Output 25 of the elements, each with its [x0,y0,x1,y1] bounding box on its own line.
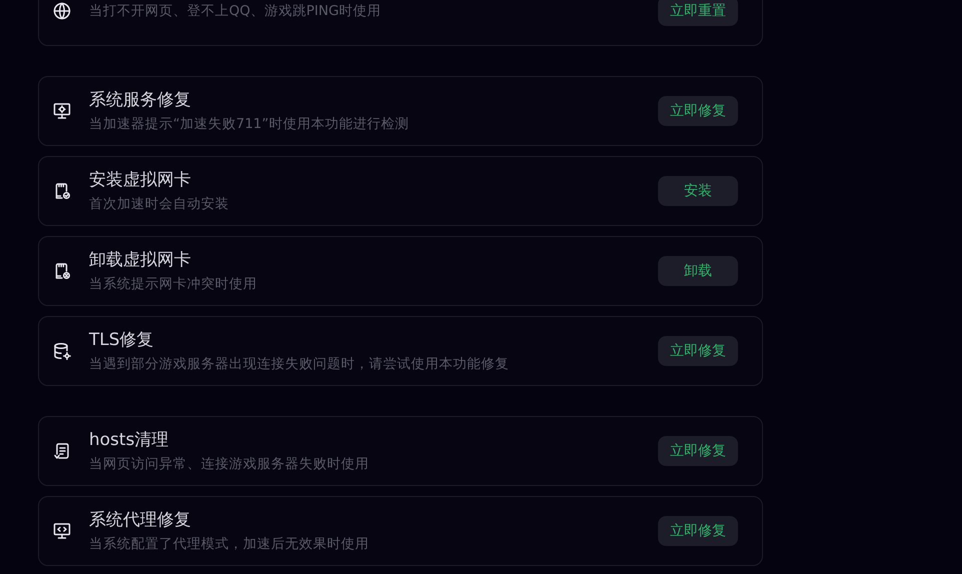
action-button[interactable]: 立即修复 [658,96,738,126]
action-button[interactable]: 安装 [658,176,738,206]
tool-description: 当网页访问异常、连接游戏服务器失败时使用 [89,455,370,473]
database-gear-icon [52,341,72,361]
tool-title: hosts清理 [89,429,170,451]
monitor-gear-icon [52,101,72,121]
tool-description: 当遇到部分游戏服务器出现连接失败问题时，请尝试使用本功能修复 [89,355,510,373]
tool-description: 当打不开网页、登不上QQ、游戏跳PING时使用 [89,2,382,20]
tool-title: TLS修复 [89,329,155,351]
tool-description: 当系统提示网卡冲突时使用 [89,275,258,293]
tool-description: 当系统配置了代理模式，加速后无效果时使用 [89,535,370,553]
tool-title: 系统服务修复 [89,89,192,111]
action-button[interactable]: 立即重置 [658,0,738,26]
monitor-code-icon [52,521,72,541]
tool-description: 首次加速时会自动安装 [89,195,230,213]
action-button[interactable]: 立即修复 [658,516,738,546]
tool-title: 系统代理修复 [89,509,192,531]
document-icon [52,441,72,461]
globe-icon [52,1,72,21]
action-button[interactable]: 卸载 [658,256,738,286]
action-button[interactable]: 立即修复 [658,436,738,466]
tool-title: 卸载虚拟网卡 [89,249,192,271]
action-button[interactable]: 立即修复 [658,336,738,366]
tool-title: 安装虚拟网卡 [89,169,192,191]
tool-description: 当加速器提示“加速失败711”时使用本功能进行检测 [89,115,410,133]
